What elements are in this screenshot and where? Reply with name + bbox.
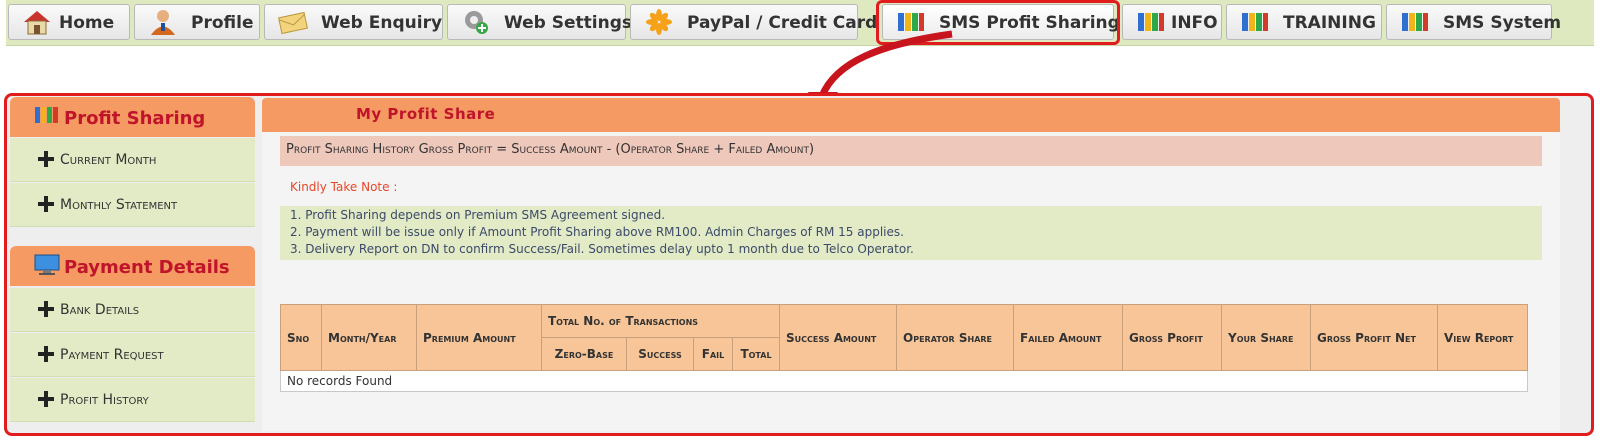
plus-icon (38, 391, 54, 407)
plus-icon (38, 301, 54, 317)
col-header-month-year: Month/Year (321, 304, 417, 371)
sidebar-item-current-month[interactable]: Current Month (10, 138, 255, 182)
col-header-gross-profit-net: Gross Profit Net (1310, 304, 1438, 371)
sidebar-item-profit-history[interactable]: Profit History (10, 378, 255, 422)
folders-icon (35, 107, 58, 123)
profit-share-table: Sno Month/Year Premium Amount Total No. … (280, 304, 1528, 392)
sidebar-item-label: Monthly Statement (60, 197, 178, 213)
main-content: My Profit Share Profit Sharing History G… (262, 98, 1560, 431)
sidebar-item-payment-request[interactable]: Payment Request (10, 333, 255, 377)
plus-icon (38, 151, 54, 167)
col-header-success-amount: Success Amount (779, 304, 897, 371)
formula-text: Profit Sharing History Gross Profit = Su… (286, 142, 815, 157)
col-header-premium-amount: Premium Amount (416, 304, 542, 371)
sidebar-item-label: Bank Details (60, 302, 140, 318)
note-line: 1. Profit Sharing depends on Premium SMS… (290, 208, 666, 222)
col-header-total-transactions: Total No. of Transactions (541, 304, 780, 338)
sidebar-item-label: Current Month (60, 152, 157, 168)
col-header-your-share: Your Share (1221, 304, 1311, 371)
payment-details-panel-header: Payment Details (10, 246, 255, 286)
col-header-gross-profit: Gross Profit (1122, 304, 1222, 371)
col-header-zero-base: Zero-Base (541, 337, 627, 371)
sidebar-item-monthly-statement[interactable]: Monthly Statement (10, 183, 255, 227)
sidebar-item-label: Profit History (60, 392, 149, 408)
col-header-fail: Fail (693, 337, 733, 371)
sidebar-item-label: Payment Request (60, 347, 164, 363)
empty-row-message: No records Found (280, 370, 1528, 392)
col-header-failed-amount: Failed Amount (1013, 304, 1123, 371)
content-header: My Profit Share (262, 98, 1560, 132)
page-title: My Profit Share (356, 105, 496, 123)
plus-icon (38, 196, 54, 212)
note-line: 2. Payment will be issue only if Amount … (290, 225, 904, 239)
panel-title: Profit Sharing (64, 108, 206, 129)
panel-title: Payment Details (64, 257, 230, 278)
monitor-icon (34, 254, 60, 275)
col-header-sno: Sno (280, 304, 322, 371)
profit-sharing-panel-header: Profit Sharing (10, 97, 255, 137)
plus-icon (38, 346, 54, 362)
formula-banner: Profit Sharing History Gross Profit = Su… (280, 136, 1542, 166)
col-header-success: Success (626, 337, 694, 371)
sidebar-item-bank-details[interactable]: Bank Details (10, 288, 255, 332)
col-header-view-report: View Report (1437, 304, 1528, 371)
notes-box: 1. Profit Sharing depends on Premium SMS… (280, 206, 1542, 260)
col-header-total: Total (732, 337, 780, 371)
note-line: 3. Delivery Report on DN to confirm Succ… (290, 242, 914, 256)
note-title: Kindly Take Note : (290, 180, 398, 194)
col-header-operator-share: Operator Share (896, 304, 1014, 371)
